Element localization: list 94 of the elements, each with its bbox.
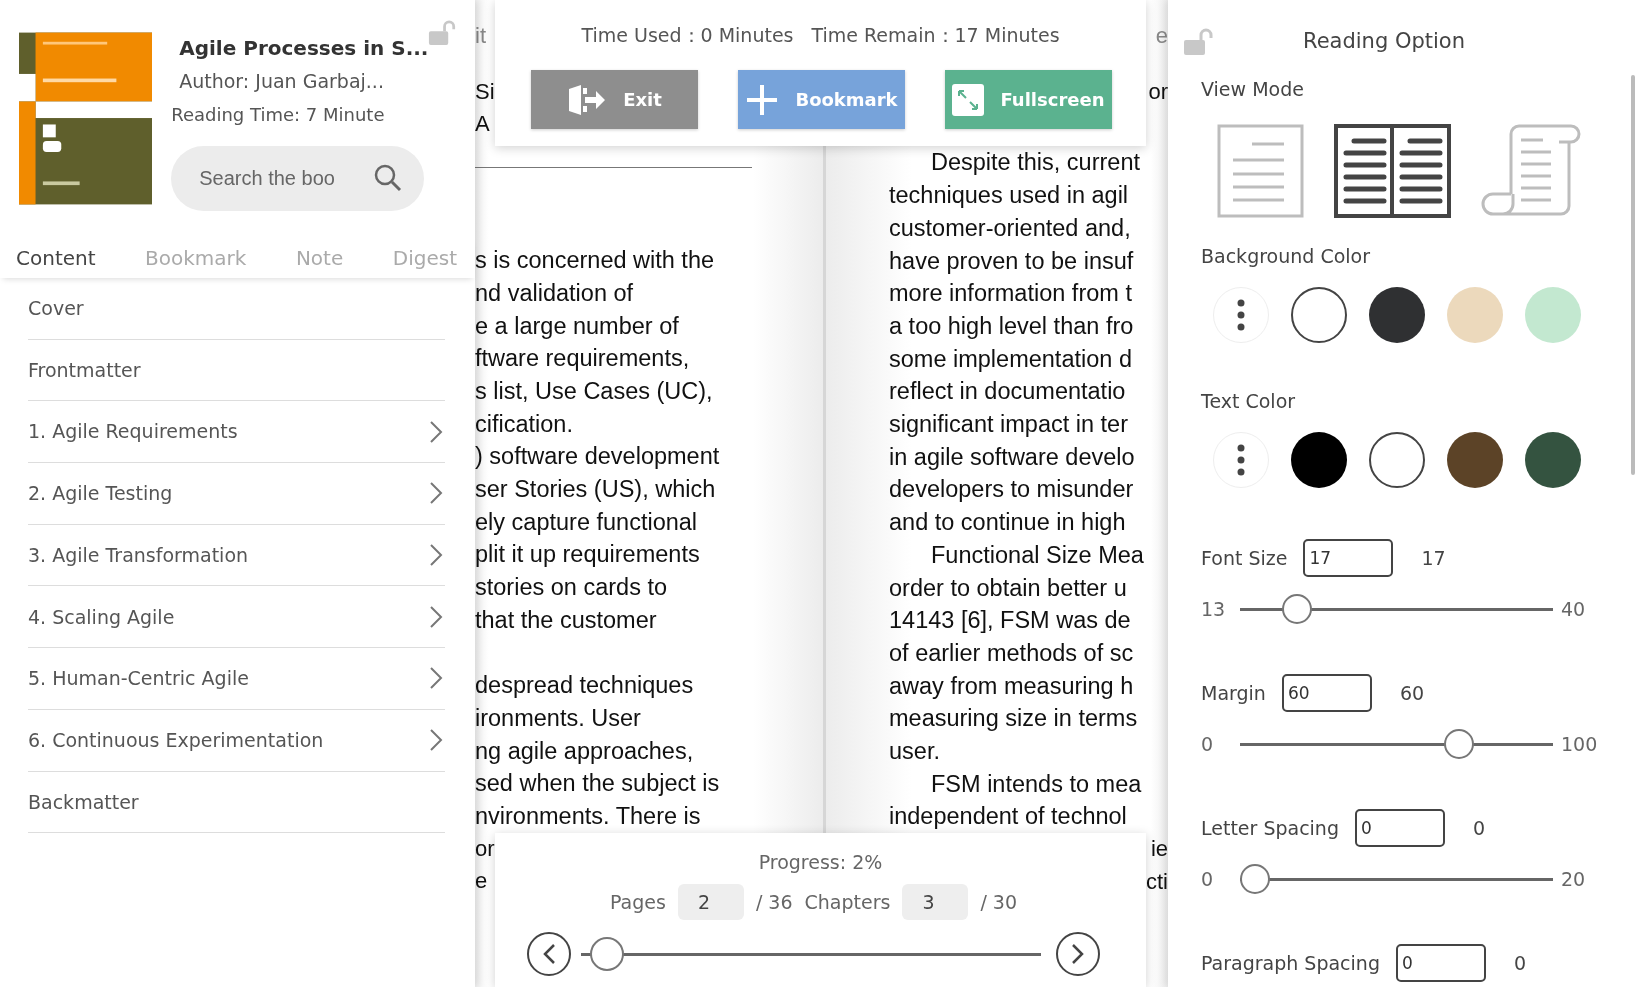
slider-min: 0 (1201, 731, 1215, 757)
chevron-left-icon (542, 943, 556, 965)
chevron-right-icon[interactable] (429, 543, 443, 568)
slider-thumb[interactable] (589, 937, 624, 971)
page-input[interactable]: 2 (677, 884, 744, 920)
toc-item[interactable]: 6. Continuous Experimentation (28, 709, 445, 772)
pages-label: Pages (610, 889, 666, 915)
progress-label: Progress: 2% (757, 850, 884, 875)
value-reading: 0 (1473, 815, 1486, 841)
color-swatch[interactable] (1447, 432, 1503, 488)
panel-title: Reading Option (1303, 28, 1465, 56)
paragraph: Functional Size Mea order to obtain better u 14143 [6], FSM was de of earlier methods of sc away from measuring h measuring size in terms user. (889, 540, 1144, 767)
slider-thumb[interactable] (1240, 864, 1270, 894)
toc-item[interactable]: 1. Agile Requirements (28, 401, 445, 464)
paragraph: despread techniques ironments. User ng agile approaches, sed when the subject is nvironments. There is (475, 671, 720, 832)
paragraph: FSM intends to mea independent of technol (889, 769, 1142, 832)
setting-label: Letter Spacing (1201, 815, 1339, 841)
chevron-right-icon[interactable] (429, 604, 443, 629)
book-title: Agile Processes in S... (179, 35, 429, 62)
value-reading: 0 (1513, 950, 1527, 976)
two-page-icon (1334, 124, 1451, 218)
previous-button[interactable] (527, 932, 571, 976)
slider-min: 13 (1201, 596, 1227, 622)
toc-item[interactable]: Cover (28, 278, 445, 340)
color-swatch[interactable] (1291, 432, 1347, 488)
text-fragment: e (1155, 22, 1168, 50)
chapter-input[interactable]: 3 (902, 884, 969, 920)
time-used: Time Used：0 Minutes (581, 23, 794, 48)
text-fragment: or (1148, 77, 1168, 106)
book-author: Author: Juan Garbaj... (179, 69, 385, 94)
toc-item[interactable]: Backmatter (28, 771, 445, 834)
more-button[interactable] (1213, 287, 1269, 343)
next-button[interactable] (1056, 932, 1100, 976)
text-fragment: Si (475, 77, 495, 106)
scrollbar[interactable] (1631, 75, 1635, 475)
chapters-label: Chapters (804, 889, 891, 915)
pages-total: / 36 (755, 889, 793, 915)
plus-icon (745, 82, 780, 117)
expand-icon (952, 83, 985, 116)
tab[interactable]: Content (16, 238, 96, 278)
color-swatch[interactable] (1447, 287, 1503, 343)
value-input[interactable]: 0 (1395, 944, 1486, 982)
color-swatch[interactable] (1525, 287, 1581, 343)
setting-label: Font Size (1201, 545, 1288, 571)
text-fragment: A (475, 110, 490, 139)
setting-label: Paragraph Spacing (1201, 950, 1380, 976)
reading-time: Reading Time: 7 Minute (171, 103, 386, 127)
color-swatch[interactable] (1369, 432, 1425, 488)
more-button[interactable] (1213, 432, 1269, 488)
text-fragment: cti (1146, 867, 1168, 896)
value-reading: 17 (1421, 545, 1446, 571)
toc-item[interactable]: Frontmatter (28, 339, 445, 402)
color-swatch[interactable] (1525, 432, 1581, 488)
text-fragment: e (475, 867, 488, 896)
setting-label: Margin (1201, 680, 1266, 706)
chevron-right-icon[interactable] (429, 666, 443, 691)
search-icon[interactable] (374, 164, 403, 192)
section-label: Background Color (1201, 244, 1371, 269)
chevron-right-icon[interactable] (429, 481, 443, 506)
more-icon (1237, 299, 1245, 331)
toc-item[interactable]: 5. Human-Centric Agile (28, 648, 445, 710)
value-input[interactable]: 60 (1281, 674, 1372, 712)
slider-max: 40 (1561, 596, 1586, 622)
color-swatch[interactable] (1369, 287, 1425, 343)
text-fragment: ie (1150, 835, 1168, 864)
chevron-right-icon[interactable] (429, 419, 443, 444)
chapters-total: / 30 (980, 889, 1017, 915)
section-label: Text Color (1201, 389, 1297, 414)
scroll-icon (1481, 124, 1583, 218)
slider-max: 100 (1561, 731, 1598, 757)
slider-min: 0 (1201, 866, 1215, 892)
chevron-right-icon (1071, 943, 1085, 965)
text-fragment: it (475, 22, 486, 50)
text-fragment: or (475, 834, 495, 863)
value-reading: 60 (1399, 680, 1425, 706)
slider-max: 20 (1561, 866, 1586, 892)
slider-thumb[interactable] (1282, 594, 1313, 624)
slider-thumb[interactable] (1443, 729, 1474, 759)
single-page-icon (1217, 124, 1304, 218)
time-remain: Time Remain：17 Minutes (811, 23, 1060, 48)
value-input[interactable]: 17 (1303, 539, 1394, 577)
paragraph: Despite this, current techniques used in agil customer-oriented and, have proven to be insuf more information from t a too high level than fro some implementation d reflect in documentatio significant impact in ter in agile software develo developers to misunder and to continue in high (889, 148, 1140, 538)
exit-icon (567, 83, 608, 116)
toc-item[interactable]: 4. Scaling Agile (28, 586, 445, 649)
toc-item[interactable]: 3. Agile Transformation (28, 524, 445, 587)
section-label: View Mode (1201, 77, 1305, 102)
toc-item[interactable]: 2. Agile Testing (28, 463, 445, 525)
more-icon (1237, 444, 1245, 476)
color-swatch[interactable] (1291, 287, 1347, 343)
search-field[interactable]: Search the boo (171, 146, 425, 211)
view-mode-button[interactable] (1334, 124, 1451, 218)
value-input[interactable]: 0 (1355, 809, 1445, 847)
chevron-right-icon[interactable] (429, 728, 443, 753)
paragraph: s is concerned with the nd validation of e a large number of ftware requirements, s list, Use Cases (UC), cification. ) software development ser Stories (US), which ely capture functional plit it up requirements stories on cards to that the customer (475, 246, 720, 635)
